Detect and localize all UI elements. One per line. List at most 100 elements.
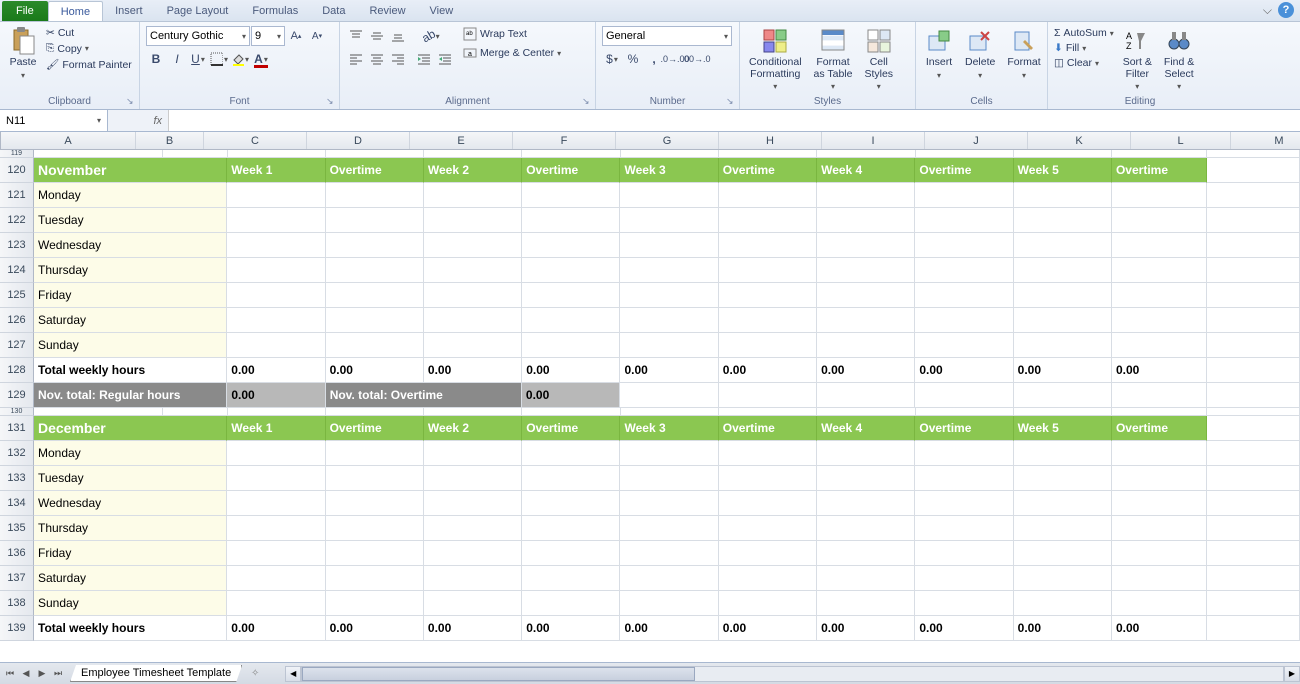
cell[interactable]: 0.00 [326,358,424,383]
row-header[interactable]: 127 [0,333,34,358]
cell[interactable]: Nov. total: Overtime [326,383,522,408]
font-size-combo[interactable]: 9▾ [251,26,285,46]
cell[interactable] [620,466,718,491]
cell[interactable] [620,183,718,208]
cell[interactable] [424,308,522,333]
name-box[interactable]: N11▾ [0,110,108,131]
row-header[interactable]: 131 [0,416,34,441]
cell[interactable] [522,566,620,591]
cell[interactable]: Overtime [522,416,620,441]
cell[interactable] [620,208,718,233]
cell[interactable]: Overtime [522,158,620,183]
cell[interactable] [1014,541,1112,566]
cell[interactable] [620,383,718,408]
paste-button[interactable]: Paste ▾ [4,24,42,83]
cell[interactable] [817,183,915,208]
cell[interactable]: Overtime [719,416,817,441]
cell[interactable] [620,516,718,541]
cell[interactable] [1207,616,1300,641]
find-select-button[interactable]: Find & Select▾ [1159,24,1199,94]
cell[interactable] [228,150,326,158]
cell[interactable] [227,208,325,233]
row-header[interactable]: 132 [0,441,34,466]
cell-styles-button[interactable]: Cell Styles▾ [859,24,898,94]
tab-home[interactable]: Home [48,1,103,21]
column-header[interactable]: J [925,132,1028,149]
cell[interactable] [621,408,719,416]
cell[interactable] [1112,308,1207,333]
font-color-button[interactable]: A▾ [251,49,271,69]
tab-insert[interactable]: Insert [103,1,155,21]
column-header[interactable]: M [1231,132,1300,149]
sheet-tab[interactable]: Employee Timesheet Template [70,665,242,682]
cell[interactable]: 0.00 [522,383,620,408]
cell[interactable] [326,233,424,258]
cell[interactable] [326,408,424,416]
cell[interactable] [1112,541,1207,566]
cell[interactable] [326,150,424,158]
cell[interactable] [1112,491,1207,516]
cell[interactable] [1207,383,1300,408]
grow-font-button[interactable]: A▴ [286,26,306,46]
tab-data[interactable]: Data [310,1,357,21]
row-header[interactable]: 137 [0,566,34,591]
cell[interactable] [817,383,915,408]
cell[interactable]: Total weekly hours [34,358,227,383]
cell[interactable] [326,491,424,516]
cell[interactable] [719,516,817,541]
cell[interactable] [1207,466,1300,491]
cell[interactable] [719,308,817,333]
align-right-button[interactable] [388,49,408,69]
cell[interactable] [424,233,522,258]
cell[interactable] [163,150,228,158]
column-header[interactable]: D [307,132,410,149]
increase-indent-button[interactable] [435,49,455,69]
merge-center-button[interactable]: aMerge & Center▾ [461,45,563,61]
cell[interactable] [424,591,522,616]
cell[interactable] [163,408,228,416]
cell[interactable] [915,441,1013,466]
cell[interactable]: Nov. total: Regular hours [34,383,227,408]
cell[interactable] [620,258,718,283]
cell[interactable] [326,183,424,208]
cell[interactable] [1112,408,1207,416]
cell[interactable] [817,150,915,158]
cell[interactable] [719,541,817,566]
cell[interactable] [1207,591,1300,616]
cell[interactable] [424,491,522,516]
tab-review[interactable]: Review [357,1,417,21]
cell[interactable] [522,491,620,516]
font-name-combo[interactable]: Century Gothic▾ [146,26,250,46]
cell[interactable]: Week 2 [424,158,522,183]
cell[interactable]: 0.00 [326,616,424,641]
align-middle-button[interactable] [367,26,387,46]
cell[interactable]: Overtime [719,158,817,183]
cell[interactable] [915,183,1013,208]
cell[interactable] [522,150,620,158]
scroll-right-button[interactable]: ▶ [1284,666,1300,682]
cell[interactable] [719,183,817,208]
cell[interactable] [719,283,817,308]
row-header[interactable]: 130 [0,408,34,416]
cell[interactable] [620,591,718,616]
conditional-formatting-button[interactable]: Conditional Formatting▾ [744,24,807,94]
cell[interactable] [817,441,915,466]
cell[interactable] [1014,516,1112,541]
cell[interactable] [1112,283,1207,308]
orientation-button[interactable]: ab▾ [414,26,448,46]
cell[interactable] [719,591,817,616]
cell[interactable]: Week 4 [817,416,915,441]
cell[interactable] [1207,441,1300,466]
cell[interactable]: Tuesday [34,466,227,491]
cell[interactable] [424,441,522,466]
tab-page-layout[interactable]: Page Layout [155,1,241,21]
cell[interactable] [817,308,915,333]
cell[interactable] [1207,408,1300,416]
cell[interactable]: 0.00 [620,616,718,641]
cell[interactable] [915,283,1013,308]
cell[interactable] [227,233,325,258]
cell[interactable] [326,441,424,466]
dialog-launcher-icon[interactable]: ↘ [326,96,336,106]
scroll-thumb[interactable] [302,667,694,681]
cell[interactable] [817,233,915,258]
